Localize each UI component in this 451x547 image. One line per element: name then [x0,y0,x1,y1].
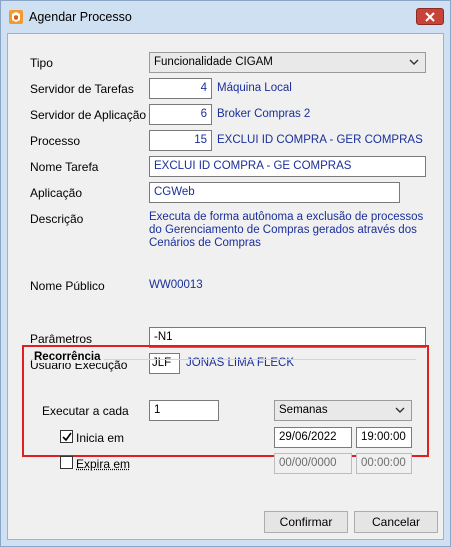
aplicacao-input[interactable]: CGWeb [149,182,400,203]
expira-time-input[interactable]: 00:00:00 [356,453,412,474]
nome-tarefa-input[interactable]: EXCLUI ID COMPRA - GE COMPRAS [149,156,426,177]
executar-input[interactable]: 1 [149,400,219,421]
processo-name: EXCLUI ID COMPRA - GER COMPRAS [217,134,423,146]
aplicacao-label: Aplicação [30,186,83,200]
confirm-button[interactable]: Confirmar [264,511,348,533]
inicia-date-input[interactable]: 29/06/2022 [274,427,352,448]
app-logo-icon [9,10,23,24]
title-bar: Agendar Processo [1,1,450,33]
close-icon [425,11,435,22]
chevron-down-icon [409,59,419,65]
tipo-label: Tipo [30,56,53,70]
nome-tarefa-label: Nome Tarefa [30,160,99,174]
inicia-label[interactable]: Inicia em [76,431,124,445]
period-value: Semanas [279,404,328,416]
expira-date-input[interactable]: 00/00/0000 [274,453,352,474]
processo-label: Processo [30,134,81,148]
parametros-label: Parâmetros [30,332,93,346]
servidor-aplicacao-label: Servidor de Aplicação [30,108,147,122]
window-title: Agendar Processo [29,10,132,24]
cancel-label: Cancelar [371,515,421,529]
inicia-time-input[interactable]: 19:00:00 [356,427,412,448]
nome-publico-value: WW00013 [149,279,203,291]
nome-publico-label: Nome Público [30,279,105,293]
servidor-aplicacao-name: Broker Compras 2 [217,108,311,120]
inicia-checkbox[interactable] [60,430,73,443]
servidor-tarefas-code-input[interactable]: 4 [149,78,212,99]
dialog-window: Agendar Processo Tipo Funcionalidade CIG… [0,0,451,547]
servidor-tarefas-name: Máquina Local [217,82,292,94]
tipo-value: Funcionalidade CIGAM [154,56,273,68]
expira-checkbox[interactable] [60,456,73,469]
cancel-button[interactable]: Cancelar [354,511,438,533]
tipo-select[interactable]: Funcionalidade CIGAM [149,52,426,73]
chevron-down-icon [395,407,405,413]
descricao-label: Descrição [30,212,84,226]
processo-code-input[interactable]: 15 [149,130,212,151]
check-icon [62,432,72,442]
descricao-text: Executa de forma autônoma a exclusão de … [149,211,424,249]
close-button[interactable] [416,8,444,25]
expira-label[interactable]: Expira em [76,457,130,471]
servidor-aplicacao-code-input[interactable]: 6 [149,104,212,125]
period-select[interactable]: Semanas [274,400,412,421]
confirm-label: Confirmar [279,515,333,529]
executar-label: Executar a cada [42,404,129,418]
servidor-tarefas-label: Servidor de Tarefas [30,82,134,96]
